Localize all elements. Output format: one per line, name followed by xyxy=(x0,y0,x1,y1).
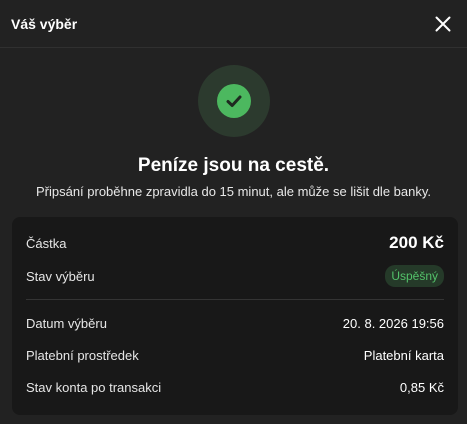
balance-label: Stav konta po transakci xyxy=(26,379,162,395)
date-label: Datum výběru xyxy=(26,315,107,331)
withdrawal-details-card: Částka 200 Kč Stav výběru Úspěšný Datum … xyxy=(12,217,458,415)
amount-row: Částka 200 Kč xyxy=(26,233,444,253)
success-icon-container xyxy=(197,65,270,137)
modal-title: Váš výběr xyxy=(11,15,78,32)
close-icon xyxy=(435,16,451,31)
date-row: Datum výběru 20. 8. 2026 19:56 xyxy=(26,314,444,332)
amount-label: Částka xyxy=(26,235,67,251)
close-button[interactable] xyxy=(431,12,455,36)
modal-header: Váš výběr xyxy=(0,0,467,48)
withdrawal-modal: Váš výběr Peníze jsou na cestě. Připsání… xyxy=(0,0,467,424)
details-divider xyxy=(26,299,444,300)
status-badge: Úspěšný xyxy=(385,265,444,287)
success-subtitle: Připsání proběhne zpravidla do 15 minut,… xyxy=(35,184,432,199)
success-title: Peníze jsou na cestě. xyxy=(137,155,330,176)
check-icon xyxy=(216,84,251,118)
success-hero: Peníze jsou na cestě. Připsání proběhne … xyxy=(0,48,467,199)
payment-method-row: Platební prostředek Platební karta xyxy=(26,346,444,364)
balance-row: Stav konta po transakci 0,85 Kč xyxy=(26,378,444,396)
date-value: 20. 8. 2026 19:56 xyxy=(342,315,444,331)
amount-value: 200 Kč xyxy=(389,233,444,252)
payment-method-value: Platební karta xyxy=(363,347,444,363)
balance-value: 0,85 Kč xyxy=(399,379,444,395)
status-row: Stav výběru Úspěšný xyxy=(26,264,444,288)
payment-method-label: Platební prostředek xyxy=(26,347,139,363)
status-label: Stav výběru xyxy=(26,268,95,284)
